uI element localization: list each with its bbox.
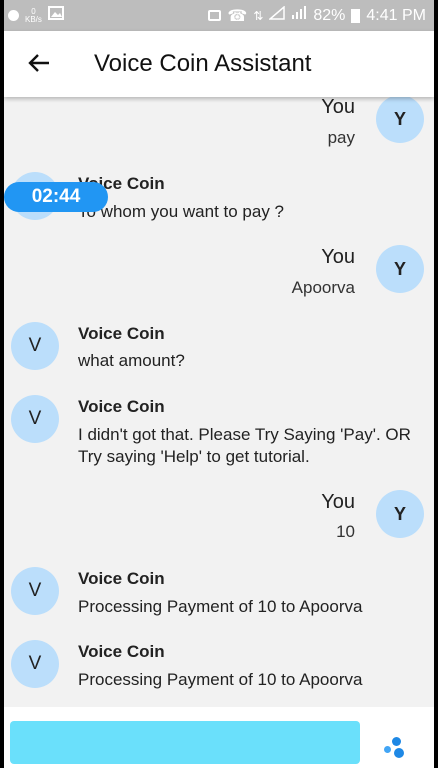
message-text: what amount? (78, 351, 185, 370)
back-button[interactable] (4, 49, 74, 80)
app-bar: Voice Coin Assistant (4, 31, 434, 97)
battery-icon (351, 8, 361, 23)
app-screen: 0 KB/s ☎ ⇅ 82% 4:41 PM Voice Coin Assist… (4, 0, 434, 768)
assistant-dot-icon (392, 737, 401, 746)
message-text: Processing Payment of 10 to Apoorva (78, 597, 363, 616)
signal-2-icon (291, 6, 307, 25)
avatar: V (11, 640, 59, 688)
clock: 4:41 PM (366, 6, 426, 24)
message-text: I didn't got that. Please Try Saying 'Pa… (78, 425, 411, 466)
voice-assistant-button[interactable] (382, 737, 406, 759)
avatar: Y (376, 490, 424, 538)
message-text: Processing Payment of 10 to Apoorva (78, 670, 363, 689)
network-speed-unit: KB/s (25, 14, 42, 24)
input-bar (4, 707, 434, 768)
network-speed: 0 KB/s (25, 7, 42, 24)
avatar: V (11, 395, 59, 443)
message-text: To whom you want to pay ? (78, 202, 285, 221)
signal-1-icon (268, 5, 286, 25)
assistant-dot-icon (394, 748, 404, 758)
assistant-dot-icon (384, 746, 391, 753)
sender-name: You (321, 246, 355, 268)
phone-icon: ☎ (227, 7, 248, 25)
battery-percent: 82% (313, 6, 346, 24)
avatar: V (11, 567, 59, 615)
cast-icon (208, 10, 222, 21)
sender-name: You (321, 96, 355, 118)
arrow-left-icon (28, 49, 50, 79)
sender-name: Voice Coin (78, 397, 165, 416)
avatar: V (11, 322, 59, 370)
page-title: Voice Coin Assistant (94, 50, 312, 77)
avatar: Y (376, 245, 424, 293)
message-text: pay (327, 128, 355, 147)
data-signal-icon: ⇅ (253, 8, 264, 23)
image-notification-icon (47, 6, 64, 25)
sender-name: Voice Coin (78, 324, 165, 343)
recording-timer: 02:44 (4, 182, 108, 212)
message-input[interactable] (10, 721, 360, 764)
message-text: 10 (336, 522, 355, 541)
message-text: Apoorva (291, 278, 355, 297)
notification-dot-icon (8, 10, 19, 21)
avatar: Y (376, 95, 424, 143)
status-bar: 0 KB/s ☎ ⇅ 82% 4:41 PM (4, 0, 434, 31)
sender-name: Voice Coin (78, 642, 165, 661)
sender-name: Voice Coin (78, 569, 165, 588)
sender-name: You (321, 491, 355, 513)
